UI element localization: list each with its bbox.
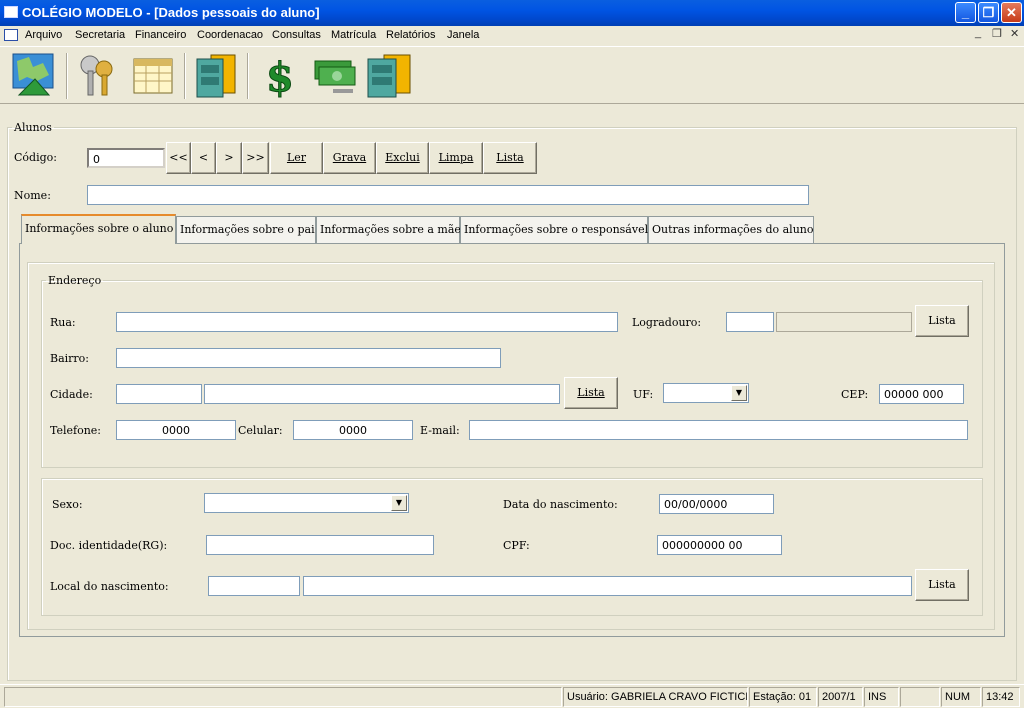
close-button[interactable]: ✕ — [1001, 2, 1022, 23]
cidade-lista-label: Lista — [577, 386, 605, 399]
email-label: E-mail: — [420, 424, 460, 437]
child-window-icon[interactable] — [4, 29, 18, 41]
tab-mae[interactable]: Informações sobre a mãe — [316, 216, 461, 243]
local-lista-button[interactable]: Lista — [915, 569, 969, 601]
nascimento-label: Data do nascimento: — [503, 498, 618, 511]
first-record-button[interactable]: << — [166, 142, 191, 174]
ler-button[interactable]: Ler — [270, 142, 323, 174]
child-restore-button[interactable]: ❐ — [992, 27, 1002, 40]
local-nascimento-label: Local do nascimento: — [50, 580, 169, 593]
codigo-label: Código: — [14, 151, 57, 164]
tab-outras[interactable]: Outras informações do aluno — [648, 216, 814, 243]
menu-consultas[interactable]: Consultas — [272, 29, 321, 41]
rg-label: Doc. identidade(RG): — [50, 539, 168, 552]
rg-input[interactable] — [206, 535, 434, 555]
logradouro-lista-button[interactable]: Lista — [915, 305, 969, 337]
sexo-select[interactable]: ▼ — [204, 493, 409, 513]
money-icon[interactable] — [311, 51, 361, 101]
cep-input[interactable]: 00000 000 — [879, 384, 964, 404]
codigo-input[interactable]: 0 — [87, 148, 165, 168]
window-title: COLÉGIO MODELO - [Dados pessoais do alun… — [22, 5, 320, 20]
rua-input[interactable] — [116, 312, 618, 332]
telefone-input[interactable]: 0000 — [116, 420, 236, 440]
cpf-input[interactable]: 000000000 00 — [657, 535, 782, 555]
cep-label: CEP: — [841, 388, 869, 401]
chevron-down-icon[interactable]: ▼ — [391, 495, 407, 511]
toolbar: $ — [0, 46, 1024, 104]
next-record-button[interactable]: > — [216, 142, 242, 174]
local-nascimento-name-input[interactable] — [303, 576, 912, 596]
exclui-button[interactable]: Exclui — [376, 142, 429, 174]
uf-label: UF: — [633, 388, 654, 401]
menu-bar: Arquivo Secretaria Financeiro Coordenaca… — [0, 26, 1024, 45]
tab-responsavel[interactable]: Informações sobre o responsável — [460, 216, 648, 243]
status-num: NUM — [941, 687, 981, 707]
menu-financeiro[interactable]: Financeiro — [135, 29, 186, 41]
status-message — [4, 687, 562, 707]
limpa-button[interactable]: Limpa — [429, 142, 483, 174]
endereco-legend: Endereço — [48, 274, 102, 287]
chevron-down-icon[interactable]: ▼ — [731, 385, 747, 401]
archive-icon[interactable] — [364, 51, 414, 101]
child-minimize-button[interactable]: _ — [975, 27, 981, 39]
cpf-label: CPF: — [503, 539, 530, 552]
child-close-button[interactable]: ✕ — [1010, 27, 1019, 40]
telefone-label: Telefone: — [50, 424, 102, 437]
lista-label: Lista — [496, 151, 524, 164]
status-caps — [900, 687, 940, 707]
status-usuario: Usuário: GABRIELA CRAVO FICTICIO — [563, 687, 748, 707]
exclui-label: Exclui — [385, 151, 420, 164]
restore-button[interactable]: ❐ — [978, 2, 999, 23]
rua-label: Rua: — [50, 316, 76, 329]
email-input[interactable] — [469, 420, 968, 440]
menu-janela[interactable]: Janela — [447, 29, 479, 41]
menu-matricula[interactable]: Matrícula — [331, 29, 376, 41]
nome-label: Nome: — [14, 189, 51, 202]
tab-pai[interactable]: Informações sobre o pai — [176, 216, 316, 243]
menu-secretaria[interactable]: Secretaria — [75, 29, 125, 41]
status-ins: INS — [864, 687, 899, 707]
uf-select[interactable]: ▼ — [663, 383, 749, 403]
prev-record-button[interactable]: < — [191, 142, 216, 174]
lista-button[interactable]: Lista — [483, 142, 537, 174]
menu-relatorios[interactable]: Relatórios — [386, 29, 436, 41]
nome-input[interactable] — [87, 185, 809, 205]
menu-arquivo[interactable]: Arquivo — [25, 29, 62, 41]
logradouro-label: Logradouro: — [632, 316, 702, 329]
nascimento-input[interactable]: 00/00/0000 — [659, 494, 774, 514]
grava-button[interactable]: Grava — [323, 142, 376, 174]
keys-icon[interactable] — [74, 51, 124, 101]
cidade-lista-button[interactable]: Lista — [564, 377, 618, 409]
cidade-name-input[interactable] — [204, 384, 560, 404]
logradouro-desc-field — [776, 312, 912, 332]
last-record-button[interactable]: >> — [242, 142, 269, 174]
sexo-label: Sexo: — [52, 498, 83, 511]
alunos-legend: Alunos — [14, 121, 52, 134]
status-periodo: 2007/1 — [818, 687, 863, 707]
limpa-label: Limpa — [438, 151, 474, 164]
file-cabinet-icon[interactable] — [191, 51, 241, 101]
menu-coordenacao[interactable]: Coordenacao — [197, 29, 263, 41]
status-estacao: Estação: 01 — [749, 687, 817, 707]
bairro-input[interactable] — [116, 348, 501, 368]
svg-text:$: $ — [266, 54, 294, 101]
status-bar: Usuário: GABRIELA CRAVO FICTICIO Estação… — [0, 684, 1024, 708]
tab-aluno[interactable]: Informações sobre o aluno — [21, 214, 176, 244]
cidade-code-input[interactable] — [116, 384, 202, 404]
celular-label: Celular: — [238, 424, 283, 437]
dollar-icon[interactable]: $ — [254, 51, 304, 102]
title-bar: COLÉGIO MODELO - [Dados pessoais do alun… — [0, 0, 1024, 26]
minimize-button[interactable]: _ — [955, 2, 976, 23]
grava-label: Grava — [332, 151, 367, 164]
app-icon — [4, 6, 18, 18]
bairro-label: Bairro: — [50, 352, 90, 365]
cidade-label: Cidade: — [50, 388, 93, 401]
calendar-icon[interactable] — [128, 51, 178, 101]
local-nascimento-code-input[interactable] — [208, 576, 300, 596]
ler-label: Ler — [286, 151, 307, 164]
celular-input[interactable]: 0000 — [293, 420, 413, 440]
map-icon[interactable] — [9, 51, 59, 101]
logradouro-code-input[interactable] — [726, 312, 774, 332]
status-clock: 13:42 — [982, 687, 1020, 707]
